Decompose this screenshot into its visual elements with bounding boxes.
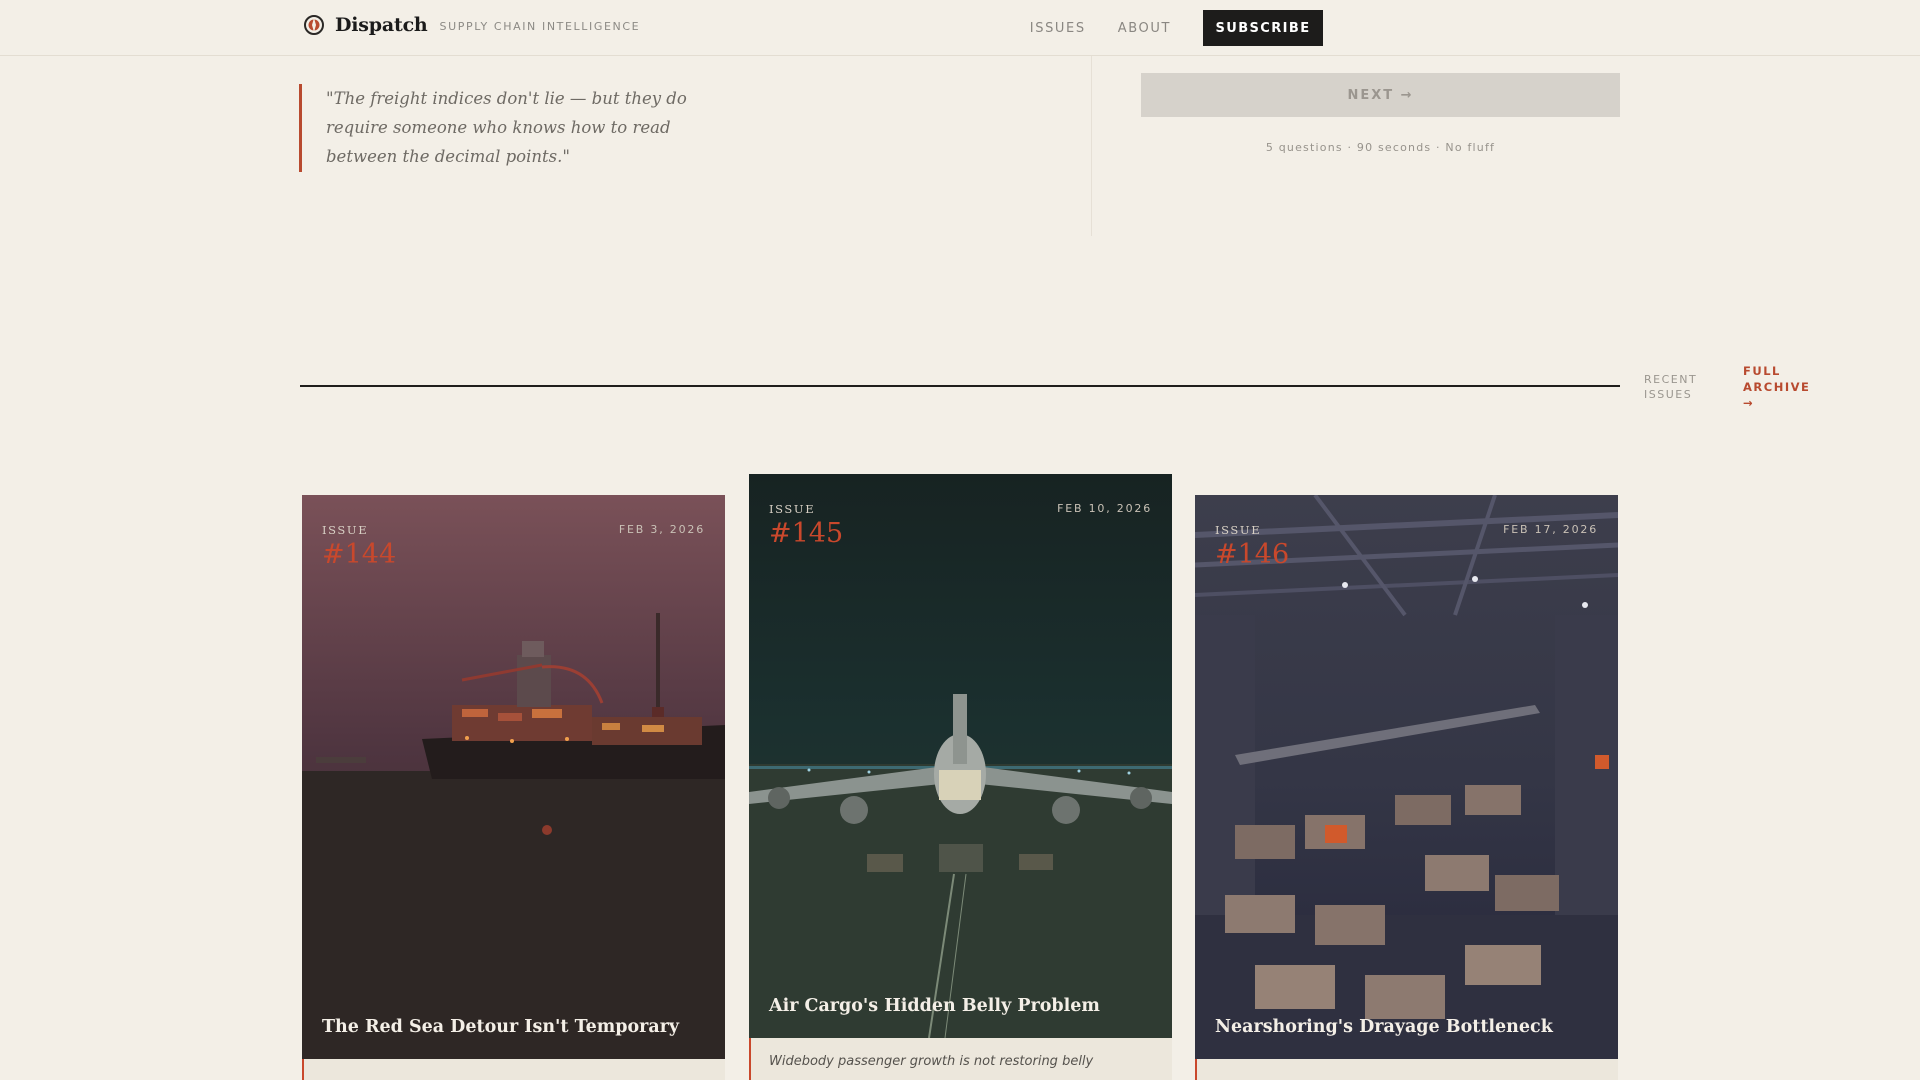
issue-excerpt	[302, 1059, 725, 1080]
issue-date: FEB 17, 2026	[1503, 523, 1598, 536]
full-archive-link[interactable]: FULL ARCHIVE →	[1743, 363, 1823, 411]
issue-card-meta: ISSUE FEB 17, 2026	[1215, 523, 1598, 537]
issue-label: ISSUE	[322, 523, 369, 537]
main-nav: ISSUES ABOUT SUBSCRIBE	[1030, 10, 1323, 46]
warehouse-image	[1195, 495, 1618, 1059]
pull-quote: "The freight indices don't lie — but the…	[299, 84, 739, 172]
quiz-next-button[interactable]: NEXT →	[1141, 73, 1620, 117]
issue-card-image	[749, 474, 1172, 1038]
issue-date: FEB 3, 2026	[618, 523, 705, 536]
issue-title: Nearshoring's Drayage Bottleneck	[1215, 1017, 1553, 1037]
quiz-meta-text: 5 questions · 90 seconds · No fluff	[1265, 141, 1496, 154]
issue-card-146[interactable]: ISSUE FEB 17, 2026 #146 Nearshoring's Dr…	[1195, 495, 1618, 1080]
section-divider	[300, 385, 1620, 387]
issue-card-145[interactable]: ISSUE FEB 10, 2026 #145 Air Cargo's Hidd…	[749, 474, 1172, 1080]
issue-date: FEB 10, 2026	[1057, 502, 1152, 515]
column-divider	[1091, 56, 1092, 236]
site-header: Dispatch SUPPLY CHAIN INTELLIGENCE ISSUE…	[0, 0, 1920, 56]
brand-tagline: SUPPLY CHAIN INTELLIGENCE	[439, 19, 641, 33]
issue-number: #146	[1215, 539, 1290, 570]
container-ship-image	[302, 495, 725, 1059]
issue-title: The Red Sea Detour Isn't Temporary	[322, 1017, 680, 1037]
issue-card-meta: ISSUE FEB 3, 2026	[322, 523, 705, 537]
nav-about-link[interactable]: ABOUT	[1118, 21, 1171, 36]
issue-card-144[interactable]: ISSUE FEB 3, 2026 #144 The Red Sea Detou…	[302, 495, 725, 1080]
issue-card-image	[302, 495, 725, 1059]
issue-label: ISSUE	[769, 502, 816, 516]
nav-issues-link[interactable]: ISSUES	[1030, 21, 1086, 36]
recent-issues-label: RECENT ISSUES	[1644, 373, 1698, 401]
issue-number: #145	[769, 518, 844, 549]
brand-name: Dispatch	[335, 14, 428, 36]
issue-excerpt: Widebody passenger growth is not restori…	[749, 1038, 1172, 1080]
subscribe-button[interactable]: SUBSCRIBE	[1203, 10, 1323, 46]
cargo-airplane-image	[749, 474, 1172, 1038]
issue-card-meta: ISSUE FEB 10, 2026	[769, 502, 1152, 516]
pull-quote-text: "The freight indices don't lie — but the…	[326, 89, 687, 166]
issue-card-image	[1195, 495, 1618, 1059]
compass-logo-icon	[304, 15, 324, 35]
issue-label: ISSUE	[1215, 523, 1262, 537]
brand-logo-link[interactable]: Dispatch SUPPLY CHAIN INTELLIGENCE	[303, 14, 640, 36]
issue-number: #144	[322, 539, 397, 570]
issue-title: Air Cargo's Hidden Belly Problem	[769, 996, 1100, 1016]
issue-excerpt	[1195, 1059, 1618, 1080]
